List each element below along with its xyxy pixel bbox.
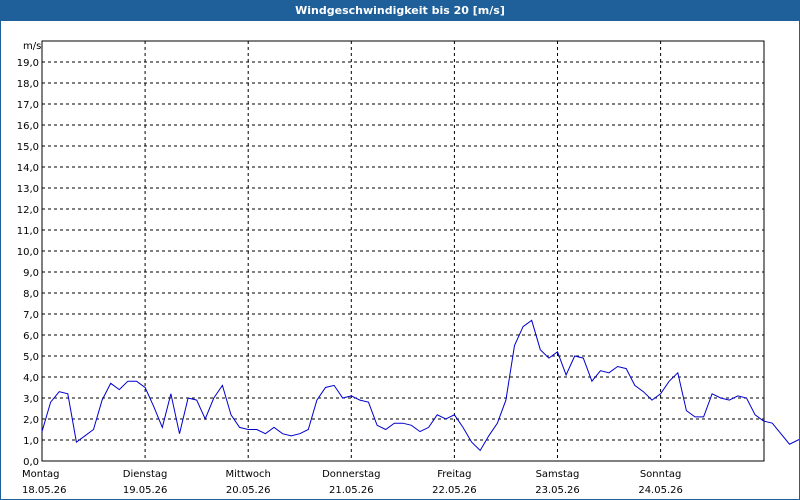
y-tick-label: 0,0 [23, 457, 39, 468]
x-axis-labels: Montag 18.05.26 Dienstag 19.05.26 Mittwoch 20… [22, 469, 683, 496]
y-tick-label: 6,0 [23, 331, 39, 342]
y-tick-label: 18,0 [17, 79, 39, 90]
x-date-label: 20.05.26 [226, 485, 271, 496]
chart-window: Windgeschwindigkeit bis 20 [m/s] 0,0 1,0 2… [0, 0, 800, 500]
y-tick-label: 14,0 [17, 163, 39, 174]
window-title: Windgeschwindigkeit bis 20 [m/s] [1, 1, 799, 21]
y-axis-ticks: 0,0 1,0 2,0 3,0 4,0 5,0 6,0 7,0 8,0 9,0 10,0 11,0 12… [17, 58, 39, 468]
x-weekday-label: Samstag [536, 469, 580, 480]
x-date-label: 18.05.26 [22, 485, 67, 496]
y-tick-label: 4,0 [23, 373, 39, 384]
x-weekday-label: Montag [22, 469, 59, 480]
x-weekday-label: Dienstag [123, 469, 168, 480]
y-tick-label: 8,0 [23, 289, 39, 300]
y-tick-label: 1,0 [23, 436, 39, 447]
y-tick-label: 15,0 [17, 142, 39, 153]
y-tick-label: 19,0 [17, 58, 39, 69]
y-tick-label: 11,0 [17, 226, 39, 237]
y-tick-label: 2,0 [23, 415, 39, 426]
x-date-label: 24.05.26 [638, 485, 683, 496]
y-tick-label: 17,0 [17, 100, 39, 111]
y-tick-label: 12,0 [17, 205, 39, 216]
wind-speed-chart: 0,0 1,0 2,0 3,0 4,0 5,0 6,0 7,0 8,0 9,0 10,0 11,0 12… [17, 40, 799, 496]
x-weekday-label: Freitag [437, 469, 471, 480]
y-tick-label: 7,0 [23, 310, 39, 321]
y-tick-label: 3,0 [23, 394, 39, 405]
x-date-label: 23.05.26 [535, 485, 580, 496]
x-date-label: 22.05.26 [432, 485, 477, 496]
y-axis-unit: m/s [23, 41, 41, 52]
y-tick-label: 5,0 [23, 352, 39, 363]
x-weekday-label: Sonntag [640, 469, 682, 480]
y-tick-label: 9,0 [23, 268, 39, 279]
x-date-label: 19.05.26 [123, 485, 168, 496]
x-weekday-label: Mittwoch [226, 469, 271, 480]
x-weekday-label: Donnerstag [322, 469, 380, 480]
y-tick-label: 13,0 [17, 184, 39, 195]
y-tick-label: 10,0 [17, 247, 39, 258]
y-tick-label: 16,0 [17, 121, 39, 132]
x-date-label: 21.05.26 [329, 485, 374, 496]
